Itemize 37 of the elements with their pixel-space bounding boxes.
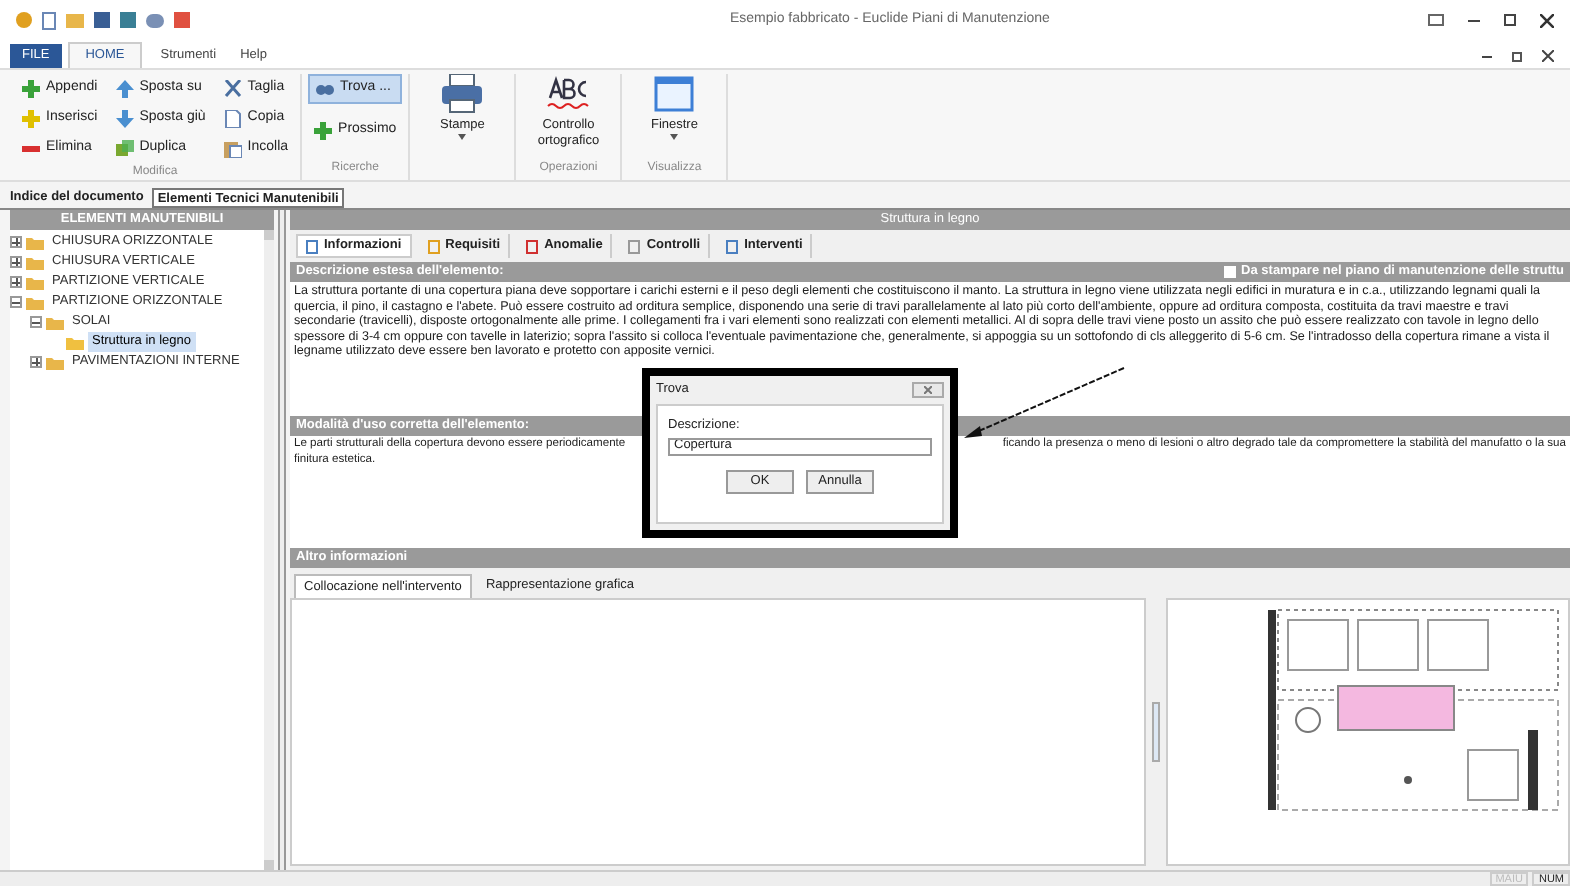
copy-icon	[115, 140, 134, 158]
expand-icon[interactable]	[30, 356, 42, 368]
plus-icon	[22, 110, 40, 128]
checkbox[interactable]	[1223, 266, 1236, 278]
tab-icon	[726, 239, 739, 253]
collapse-icon[interactable]	[30, 316, 42, 328]
down-arrow-icon	[115, 110, 134, 128]
restore-icon[interactable]	[1504, 14, 1516, 26]
options-icon[interactable]	[1428, 14, 1444, 26]
expand-icon[interactable]	[10, 276, 22, 288]
minimize-icon[interactable]	[1468, 19, 1480, 21]
document-icon	[223, 110, 242, 128]
up-arrow-icon	[115, 80, 134, 98]
close-icon[interactable]	[1540, 13, 1554, 27]
printer-icon	[440, 74, 485, 114]
plus-icon	[22, 80, 40, 98]
new-document-icon[interactable]	[42, 11, 56, 29]
plus-icon	[314, 122, 333, 140]
app-icon	[16, 12, 32, 28]
close-icon[interactable]	[1542, 50, 1554, 62]
tab-icon	[427, 239, 440, 253]
tab-icon	[306, 239, 318, 253]
collapse-icon[interactable]	[10, 296, 22, 308]
minus-icon	[22, 140, 40, 158]
close-icon	[924, 386, 932, 394]
close-button[interactable]	[912, 382, 944, 398]
tab-icon	[628, 239, 641, 253]
window-icon	[652, 74, 697, 114]
spellcheck-icon	[546, 74, 591, 114]
binoculars-icon	[316, 80, 335, 98]
clipboard-icon	[223, 140, 242, 158]
expand-icon[interactable]	[10, 256, 22, 268]
scissors-icon	[223, 80, 242, 98]
expand-icon[interactable]	[10, 236, 22, 248]
restore-icon[interactable]	[1512, 51, 1522, 61]
minimize-icon[interactable]	[1482, 55, 1492, 57]
tab-icon	[526, 239, 539, 253]
